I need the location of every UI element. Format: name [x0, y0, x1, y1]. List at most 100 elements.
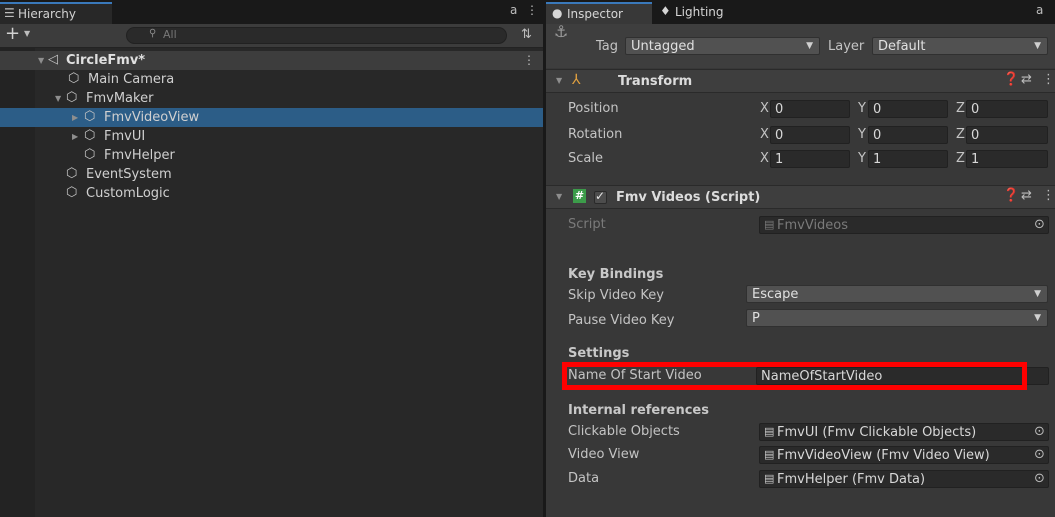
- skip-video-key-dropdown[interactable]: Escape ▼: [746, 285, 1048, 303]
- chevron-down-icon[interactable]: ▼: [24, 29, 30, 38]
- data-field[interactable]: ▤ FmvHelper (Fmv Data) ⊙: [759, 470, 1049, 488]
- data-value: FmvHelper (Fmv Data): [777, 472, 926, 487]
- position-label: Position: [568, 101, 619, 116]
- component-menu-icon[interactable]: ⋮: [1042, 72, 1055, 87]
- clickable-objects-field[interactable]: ▤ FmvUI (Fmv Clickable Objects) ⊙: [759, 423, 1049, 441]
- rotation-z-axis: Z: [956, 127, 965, 142]
- lightbulb-icon: ♦: [660, 4, 671, 18]
- gameobject-cube-icon: ⬡: [66, 166, 78, 181]
- pause-video-key-dropdown[interactable]: P ▼: [746, 309, 1048, 327]
- hierarchy-item-eventsystem[interactable]: ⬡ EventSystem: [0, 165, 543, 184]
- hierarchy-item-label: FmvVideoView: [104, 110, 200, 125]
- hierarchy-item-label: FmvHelper: [104, 148, 175, 163]
- field-value: 1: [873, 152, 882, 167]
- clickable-objects-label: Clickable Objects: [568, 424, 680, 439]
- gameobject-cube-icon: ⬡: [84, 128, 96, 143]
- layer-dropdown[interactable]: Default ▼: [872, 37, 1048, 55]
- script-file-icon: ▤: [764, 425, 775, 438]
- tag-dropdown[interactable]: Untagged ▼: [625, 37, 820, 55]
- collapse-arrow-icon[interactable]: ▶: [72, 132, 78, 141]
- help-icon[interactable]: ❓: [1003, 72, 1019, 87]
- lock-icon[interactable]: a: [510, 3, 517, 17]
- hierarchy-item-customlogic[interactable]: ⬡ CustomLogic: [0, 184, 543, 203]
- chevron-down-icon: ▼: [806, 41, 813, 51]
- hierarchy-search-input[interactable]: ⚲ All: [126, 27, 507, 44]
- lock-icon[interactable]: a: [1036, 3, 1043, 17]
- chevron-down-icon: ▼: [1034, 289, 1041, 299]
- position-y-field[interactable]: 0: [868, 100, 948, 118]
- object-picker-icon[interactable]: ⊙: [1034, 471, 1045, 486]
- annotation-highlight-box: [562, 362, 1027, 390]
- tab-lighting[interactable]: ♦ Lighting: [654, 2, 744, 24]
- gameobject-cube-icon: ⬡: [68, 71, 80, 86]
- preset-icon[interactable]: ⇄: [1021, 188, 1032, 203]
- position-x-axis: X: [760, 101, 769, 116]
- expand-arrow-icon[interactable]: ▼: [556, 192, 562, 201]
- field-value: 0: [971, 102, 980, 117]
- scale-z-field[interactable]: 1: [966, 150, 1048, 168]
- hierarchy-item-fmvui[interactable]: ▶ ⬡ FmvUI: [0, 127, 543, 146]
- hierarchy-tab[interactable]: ☰ Hierarchy: [0, 2, 112, 24]
- hierarchy-item-fmvhelper[interactable]: ⬡ FmvHelper: [0, 146, 543, 165]
- chevron-down-icon: ▼: [1034, 41, 1041, 51]
- hierarchy-item-fmvmaker[interactable]: ▼ ⬡ FmvMaker: [0, 89, 543, 108]
- position-y-axis: Y: [858, 101, 866, 116]
- tab-inspector[interactable]: ● Inspector: [546, 2, 652, 24]
- object-picker-icon[interactable]: ⊙: [1034, 447, 1045, 462]
- scene-menu-icon[interactable]: ⋮: [523, 53, 535, 67]
- layer-label: Layer: [828, 39, 865, 54]
- gameobject-cube-icon: ⬡: [84, 109, 96, 124]
- sort-icon[interactable]: ⇅: [521, 27, 532, 42]
- hierarchy-item-label: EventSystem: [86, 167, 172, 182]
- scale-x-field[interactable]: 1: [770, 150, 850, 168]
- expand-arrow-icon[interactable]: ▼: [55, 94, 61, 103]
- hierarchy-item-fmvvideoview[interactable]: ▶ ⬡ FmvVideoView: [0, 108, 543, 127]
- fmv-videos-header[interactable]: ▼ # ✓ Fmv Videos (Script) ❓ ⇄ ⋮: [546, 185, 1055, 209]
- scale-y-field[interactable]: 1: [868, 150, 948, 168]
- scale-label: Scale: [568, 151, 603, 166]
- video-view-field[interactable]: ▤ FmvVideoView (Fmv Video View) ⊙: [759, 446, 1049, 464]
- tab-lighting-label: Lighting: [675, 5, 724, 19]
- collapse-arrow-icon[interactable]: ▶: [72, 113, 78, 122]
- component-menu-icon[interactable]: ⋮: [1042, 188, 1055, 203]
- transform-title: Transform: [618, 74, 693, 89]
- help-icon[interactable]: ❓: [1003, 188, 1019, 203]
- rotation-y-field[interactable]: 0: [868, 126, 948, 144]
- script-value: FmvVideos: [777, 218, 849, 233]
- field-value: 1: [971, 152, 980, 167]
- position-x-field[interactable]: 0: [770, 100, 850, 118]
- gameobject-cube-icon: ⬡: [84, 147, 96, 162]
- scene-name: CircleFmv*: [66, 53, 146, 68]
- gameobject-header: ⚓ Tag Untagged ▼ Layer Default ▼: [546, 22, 1055, 68]
- rotation-x-field[interactable]: 0: [770, 126, 850, 144]
- search-placeholder: All: [163, 28, 177, 41]
- rotation-z-field[interactable]: 0: [966, 126, 1048, 144]
- rotation-y-axis: Y: [858, 127, 866, 142]
- hierarchy-item-main-camera[interactable]: ⬡ Main Camera: [0, 70, 543, 89]
- hierarchy-scene-row[interactable]: ▼ ◁ CircleFmv* ⋮: [0, 51, 543, 70]
- layer-value: Default: [878, 39, 926, 54]
- scale-x-axis: X: [760, 151, 769, 166]
- fmv-videos-title: Fmv Videos (Script): [616, 190, 761, 205]
- settings-header: Settings: [568, 346, 630, 361]
- field-value: 0: [971, 128, 980, 143]
- hierarchy-toolbar: + ▼ ⚲ All ⇅: [0, 24, 543, 48]
- object-picker-icon[interactable]: ⊙: [1034, 424, 1045, 439]
- position-z-field[interactable]: 0: [966, 100, 1048, 118]
- scale-z-axis: Z: [956, 151, 965, 166]
- transform-header[interactable]: ▼ ⅄ Transform ❓ ⇄ ⋮: [546, 69, 1055, 93]
- panel-menu-icon[interactable]: ⋮: [526, 3, 538, 17]
- field-value: 0: [873, 102, 882, 117]
- component-enabled-checkbox[interactable]: ✓: [594, 189, 607, 204]
- expand-arrow-icon[interactable]: ▼: [556, 76, 562, 85]
- preset-icon[interactable]: ⇄: [1021, 72, 1032, 87]
- field-value: 0: [775, 102, 784, 117]
- script-hash-icon: #: [573, 189, 586, 203]
- chevron-down-icon: ▼: [1034, 313, 1041, 323]
- internal-references-header: Internal references: [568, 403, 709, 418]
- expand-arrow-icon[interactable]: ▼: [38, 56, 44, 65]
- hierarchy-item-label: CustomLogic: [86, 186, 170, 201]
- position-z-axis: Z: [956, 101, 965, 116]
- gameobject-icon: ⚓: [554, 22, 569, 41]
- add-object-button[interactable]: +: [5, 25, 20, 43]
